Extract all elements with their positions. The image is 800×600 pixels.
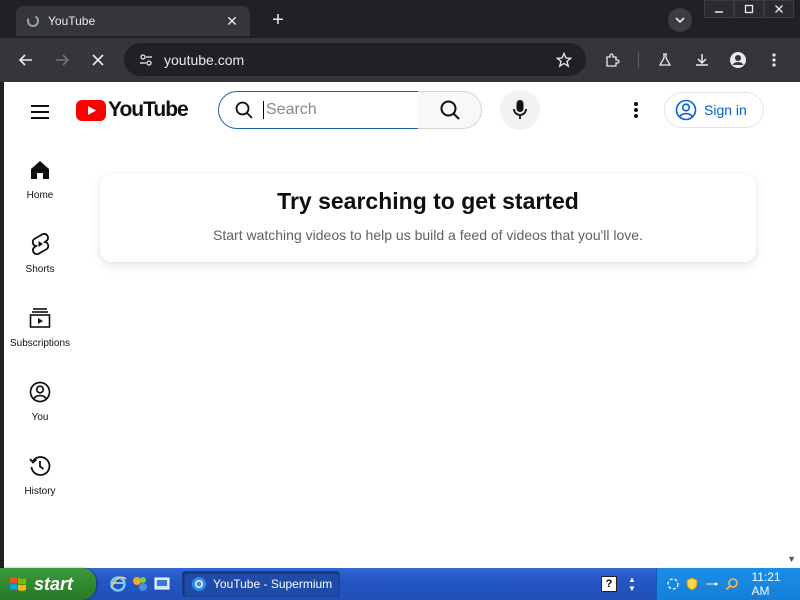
- flask-icon: [658, 53, 672, 66]
- toolbar-separator: [638, 52, 639, 68]
- minimize-icon: [715, 11, 723, 13]
- downloads-button[interactable]: [688, 46, 716, 74]
- search-icon: [233, 99, 255, 121]
- microphone-icon: [513, 100, 527, 119]
- guide-item-home[interactable]: Home: [4, 146, 76, 206]
- bookmark-star-icon[interactable]: [554, 50, 574, 70]
- profile-button[interactable]: [724, 46, 752, 74]
- stop-icon: [92, 54, 104, 66]
- guide-item-shorts[interactable]: Shorts: [4, 220, 76, 280]
- history-icon: [28, 454, 52, 478]
- guide-label: Subscriptions: [9, 338, 71, 349]
- stop-loading-button[interactable]: [84, 46, 112, 74]
- windows-flag-icon: [8, 574, 28, 594]
- hamburger-icon: [31, 105, 49, 119]
- sign-in-button[interactable]: Sign in: [664, 92, 764, 128]
- security-shield-icon[interactable]: [685, 576, 701, 592]
- window-controls: [704, 0, 794, 22]
- guide-label: History: [24, 486, 56, 497]
- back-button[interactable]: [12, 46, 40, 74]
- search-tray-icon[interactable]: [724, 576, 740, 592]
- sign-in-label: Sign in: [704, 102, 747, 118]
- youtube-masthead: YouTube Sign in: [4, 82, 800, 138]
- tab-title: YouTube: [48, 14, 96, 28]
- volume-icon[interactable]: [704, 576, 720, 592]
- guide-label: Home: [26, 190, 54, 201]
- puzzle-icon: [606, 53, 620, 67]
- browser-toolbar: youtube.com: [0, 38, 800, 82]
- empty-feed-prompt: Try searching to get started Start watch…: [100, 174, 756, 262]
- guide-menu-button[interactable]: [26, 98, 54, 126]
- network-icon[interactable]: [665, 576, 681, 592]
- loading-favicon-icon: [26, 14, 40, 28]
- tab-close-icon[interactable]: ✕: [224, 13, 240, 29]
- chevron-down-icon: [675, 17, 685, 24]
- start-button[interactable]: start: [0, 568, 96, 600]
- search-icon: [440, 100, 460, 120]
- maximize-button[interactable]: [734, 0, 764, 18]
- close-icon: [775, 5, 783, 13]
- url-text[interactable]: youtube.com: [164, 52, 554, 68]
- guide-item-you[interactable]: You: [4, 368, 76, 428]
- taskbar: start YouTube - Supermium ? ▲ ▼ 11:21 AM: [0, 568, 800, 600]
- system-tray: 11:21 AM: [656, 568, 800, 600]
- guide-item-history[interactable]: History: [4, 442, 76, 502]
- forward-button[interactable]: [48, 46, 76, 74]
- labs-button[interactable]: [651, 46, 679, 74]
- extensions-button[interactable]: [598, 46, 626, 74]
- browser-tabstrip: YouTube ✕ +: [0, 0, 800, 38]
- help-icon[interactable]: ?: [601, 576, 617, 592]
- supermium-icon: [191, 576, 207, 592]
- new-tab-button[interactable]: +: [264, 8, 292, 32]
- avatar-icon: [730, 52, 746, 68]
- quicklaunch-ie-icon[interactable]: [108, 574, 128, 594]
- you-icon: [28, 380, 52, 404]
- voice-search-button[interactable]: [500, 90, 540, 130]
- youtube-page: YouTube Sign in: [0, 82, 800, 568]
- settings-menu-button[interactable]: [624, 96, 648, 124]
- back-arrow-icon: [18, 54, 32, 66]
- search-input[interactable]: [263, 101, 403, 119]
- browser-tab[interactable]: YouTube ✕: [16, 6, 250, 36]
- youtube-logo[interactable]: YouTube: [76, 97, 189, 123]
- home-icon: [28, 158, 52, 182]
- search-box[interactable]: [218, 91, 419, 129]
- guide-label: You: [31, 412, 49, 423]
- quicklaunch-desktop-icon[interactable]: [152, 574, 172, 594]
- start-label: start: [34, 573, 74, 594]
- close-window-button[interactable]: [764, 0, 794, 18]
- address-bar[interactable]: youtube.com: [124, 43, 586, 76]
- taskbar-clock[interactable]: 11:21 AM: [751, 570, 800, 598]
- guide-item-subscriptions[interactable]: Subscriptions: [4, 294, 76, 354]
- prompt-title: Try searching to get started: [277, 188, 579, 214]
- screen: YouTube ✕ + youtube.com YouTube Search S…: [0, 0, 800, 600]
- quicklaunch-media-icon[interactable]: [130, 574, 150, 594]
- minimize-button[interactable]: [704, 0, 734, 18]
- account-circle-icon: [674, 98, 698, 122]
- youtube-play-logo-icon: [76, 99, 106, 121]
- shorts-icon: [28, 232, 52, 256]
- more-vert-icon: [634, 102, 638, 118]
- taskbar-item-label: YouTube - Supermium: [213, 577, 333, 591]
- search-button[interactable]: [418, 91, 482, 129]
- youtube-wordmark: YouTube: [108, 98, 189, 121]
- prompt-subtitle: Start watching videos to help us build a…: [213, 227, 643, 243]
- forward-arrow-icon: [56, 54, 70, 66]
- taskbar-scroll-icon[interactable]: ▲ ▼: [626, 572, 638, 596]
- tab-search-button[interactable]: [668, 8, 692, 32]
- scroll-down-arrow-icon[interactable]: ▼: [787, 554, 796, 564]
- site-settings-icon[interactable]: [136, 50, 156, 70]
- maximize-icon: [744, 4, 754, 14]
- guide-label: Shorts: [25, 264, 55, 275]
- browser-menu-button[interactable]: [760, 46, 788, 74]
- subscriptions-icon: [28, 306, 52, 330]
- download-icon: [696, 54, 708, 66]
- taskbar-item-browser[interactable]: YouTube - Supermium: [182, 571, 340, 597]
- kebab-menu-icon: [772, 53, 776, 67]
